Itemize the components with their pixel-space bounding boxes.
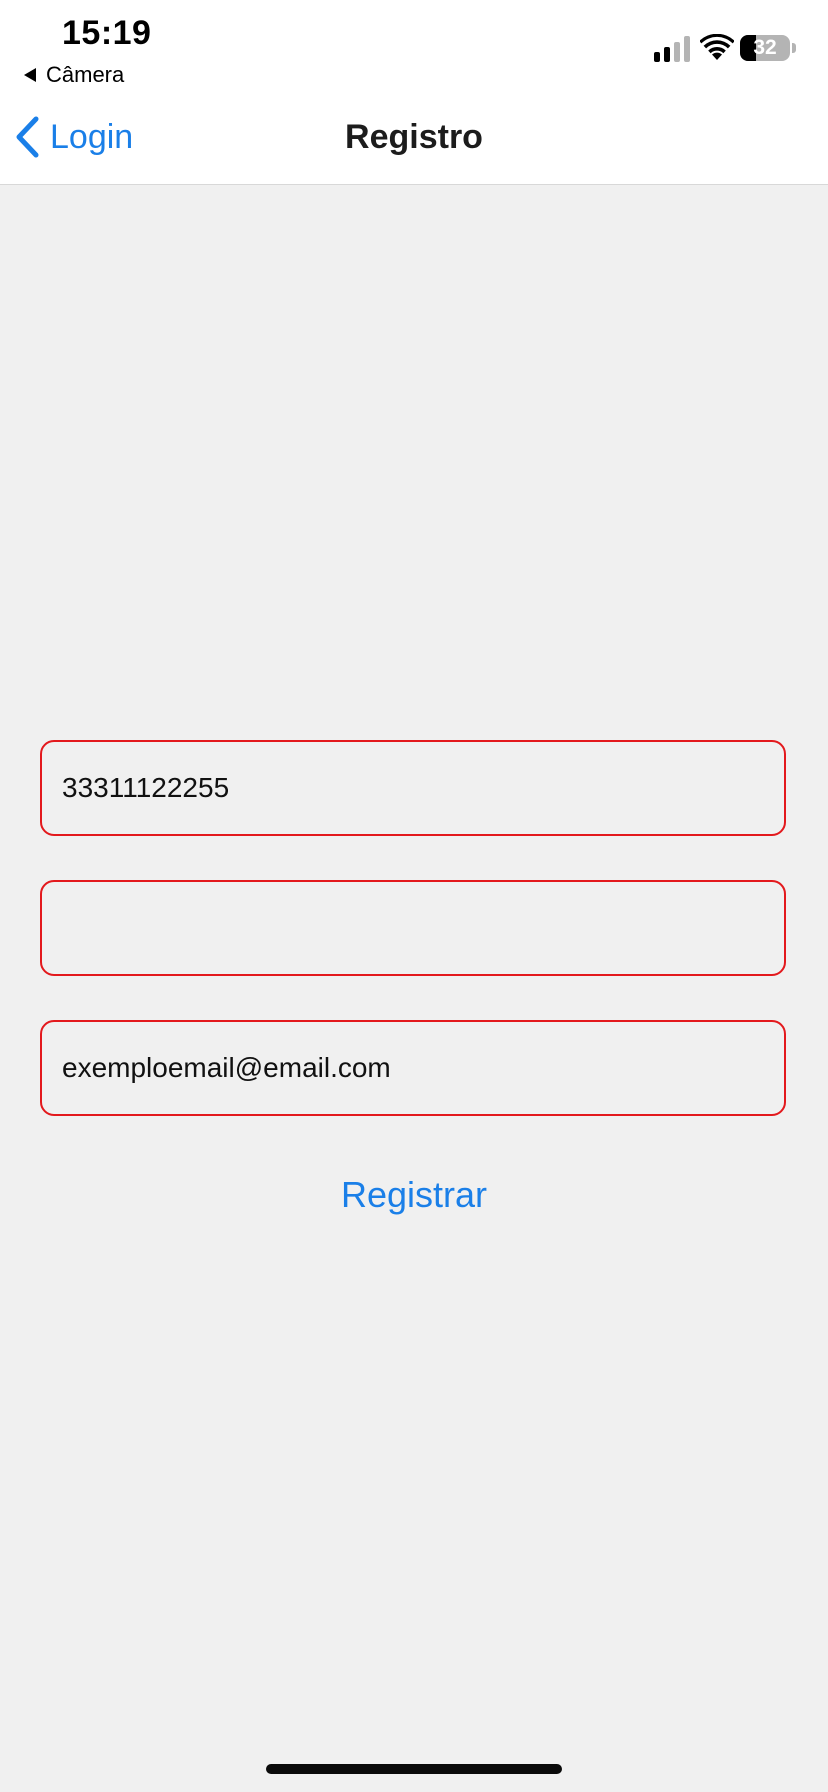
battery-icon: 32 — [740, 35, 790, 61]
cpf-field[interactable] — [40, 740, 786, 836]
register-button[interactable]: Registrar — [0, 1174, 828, 1216]
home-indicator[interactable] — [266, 1764, 562, 1774]
wifi-icon — [700, 34, 734, 60]
back-to-app-label: Câmera — [46, 62, 125, 87]
back-to-app-button[interactable]: Câmera — [24, 62, 124, 88]
status-bar: 15:19 Câmera 32 — [0, 0, 828, 90]
battery-percentage: 32 — [753, 36, 777, 59]
back-triangle-icon — [24, 68, 36, 82]
nav-back-button[interactable]: Login — [14, 112, 133, 162]
cellular-signal-icon — [654, 36, 692, 62]
navigation-bar: Login Registro — [0, 90, 828, 185]
battery-cap — [792, 43, 796, 53]
empty-field[interactable] — [40, 880, 786, 976]
nav-back-label: Login — [50, 117, 134, 156]
chevron-left-icon — [16, 116, 39, 158]
status-time: 15:19 — [62, 14, 152, 52]
email-field[interactable] — [40, 1020, 786, 1116]
